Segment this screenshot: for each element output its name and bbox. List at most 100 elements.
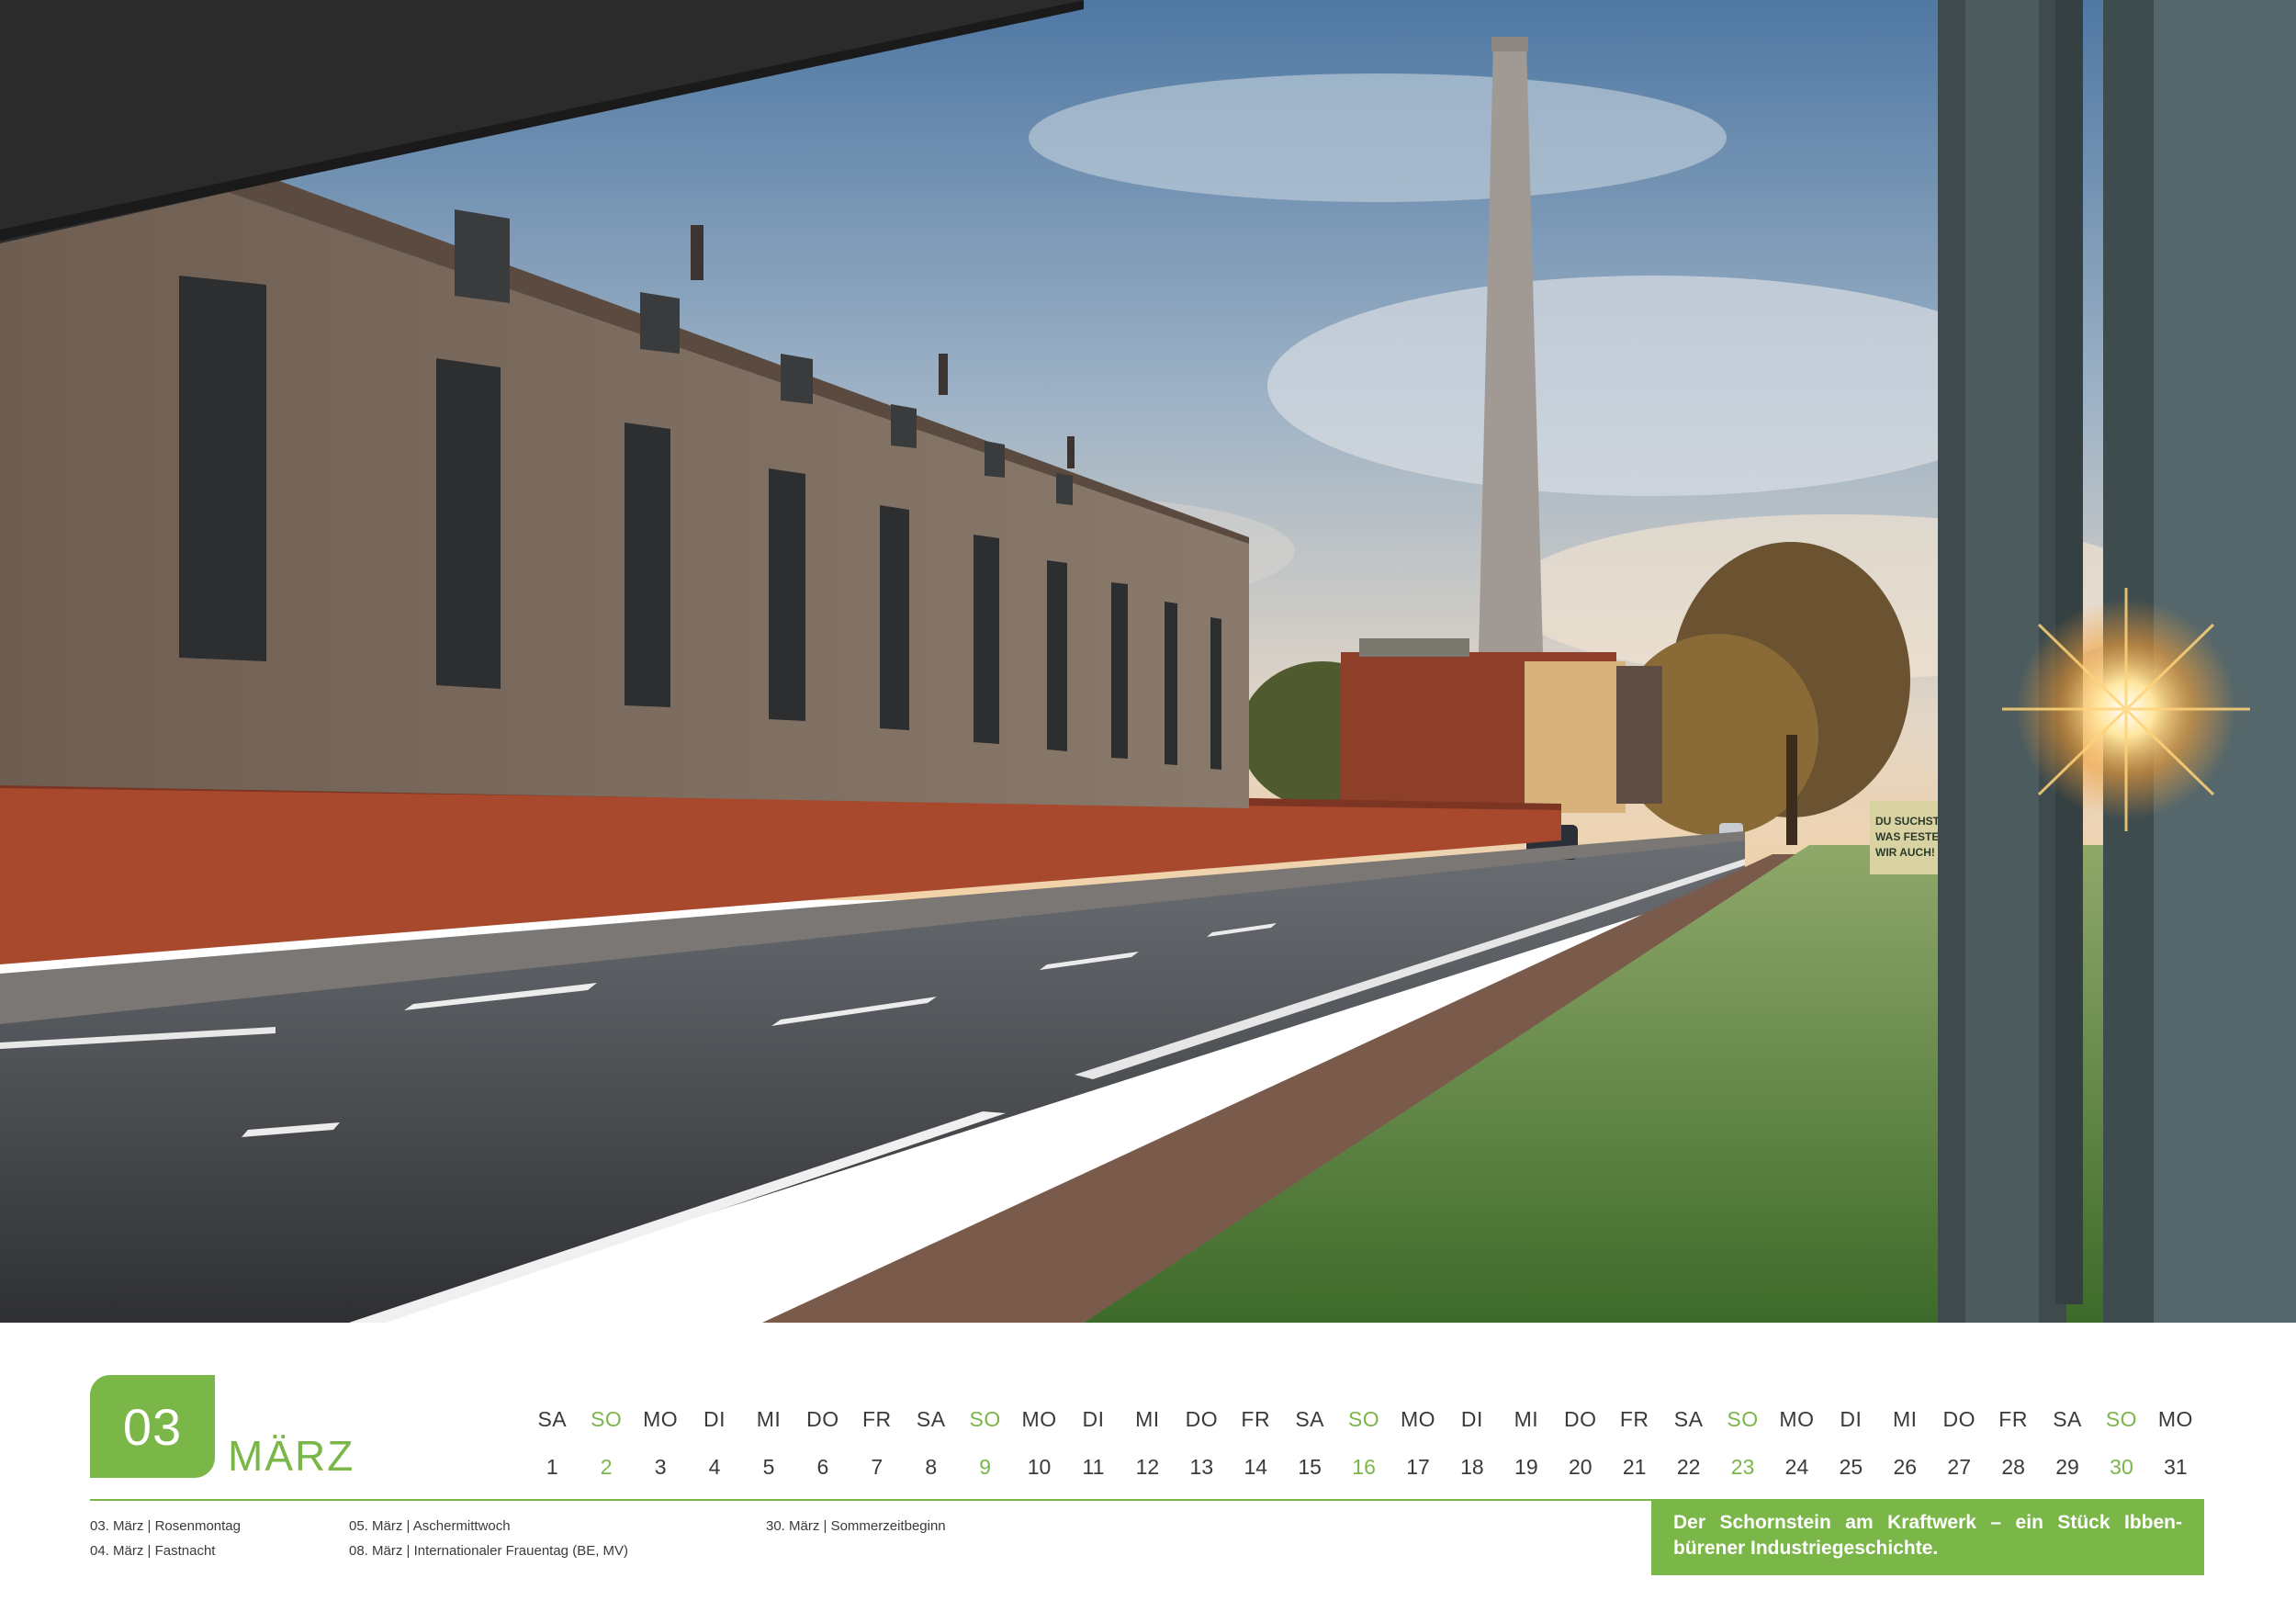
- day-number: 5: [762, 1455, 775, 1479]
- calendar-day: MO 3: [634, 1405, 688, 1481]
- weekday-label: DO: [1564, 1407, 1597, 1431]
- day-number: 26: [1893, 1455, 1918, 1479]
- holiday-list-col1: 03. März | Rosenmontag 04. März | Fastna…: [90, 1514, 241, 1563]
- holiday-list-col2: 05. März | Aschermittwoch 08. März | Int…: [349, 1514, 628, 1563]
- calendar-day: DI 25: [1824, 1405, 1878, 1481]
- weekday-label: MI: [756, 1407, 782, 1431]
- weekday-label: SO: [2105, 1407, 2138, 1431]
- weekday-label: SO: [591, 1407, 623, 1431]
- svg-text:WAS FESTES: WAS FESTES: [1875, 830, 1946, 843]
- day-number: 28: [2001, 1455, 2025, 1479]
- day-number: 27: [1947, 1455, 1971, 1479]
- day-number: 31: [2164, 1455, 2188, 1479]
- calendar-day: DO 27: [1932, 1405, 1986, 1481]
- calendar-day: DI 18: [1446, 1405, 1500, 1481]
- weekday-label: FR: [1241, 1407, 1271, 1431]
- calendar-day: SO 9: [958, 1405, 1012, 1481]
- calendar-day: FR 14: [1229, 1405, 1283, 1481]
- day-number: 3: [654, 1455, 667, 1479]
- calendar-day: MI 19: [1500, 1405, 1554, 1481]
- day-number: 24: [1784, 1455, 1809, 1479]
- day-number: 22: [1676, 1455, 1701, 1479]
- day-number: 6: [816, 1455, 829, 1479]
- calendar-day: SA 29: [2041, 1405, 2095, 1481]
- calendar-day: DI 11: [1066, 1405, 1120, 1481]
- day-number: 19: [1514, 1455, 1538, 1479]
- day-number: 14: [1244, 1455, 1268, 1479]
- holiday-entry: 03. März | Rosenmontag: [90, 1518, 241, 1534]
- calendar-day: MO 17: [1391, 1405, 1446, 1481]
- calendar-day: DO 13: [1175, 1405, 1229, 1481]
- day-number: 17: [1406, 1455, 1430, 1479]
- holiday-entry: 05. März | Aschermittwoch: [349, 1518, 511, 1534]
- calendar-day: MO 31: [2149, 1405, 2203, 1481]
- weekday-label: DI: [1082, 1407, 1105, 1431]
- day-number: 18: [1460, 1455, 1484, 1479]
- weekday-label: DO: [1185, 1407, 1219, 1431]
- weekday-label: FR: [1619, 1407, 1649, 1431]
- day-number: 13: [1189, 1455, 1214, 1479]
- calendar-photo: DU SUCHST WAS FESTES WIR AUCH!: [0, 0, 2296, 1323]
- day-number: 8: [925, 1455, 938, 1479]
- calendar-day: SA 1: [525, 1405, 580, 1481]
- weekday-label: FR: [861, 1407, 892, 1431]
- month-number-badge: 03: [90, 1375, 215, 1478]
- day-number: 4: [708, 1455, 721, 1479]
- photo-caption: Der Schornstein am Kraftwerk – ein Stück…: [1651, 1500, 2204, 1575]
- day-number: 20: [1568, 1455, 1593, 1479]
- svg-text:WIR AUCH!: WIR AUCH!: [1875, 846, 1935, 859]
- calendar-day: SO 2: [580, 1405, 634, 1481]
- holiday-entry: 30. März | Sommerzeitbeginn: [766, 1518, 946, 1534]
- weekday-label: DI: [703, 1407, 726, 1431]
- day-number: 15: [1298, 1455, 1322, 1479]
- weekday-label: DO: [806, 1407, 839, 1431]
- weekday-label: SO: [1727, 1407, 1759, 1431]
- weekday-label: SA: [537, 1407, 568, 1431]
- day-number: 12: [1135, 1455, 1160, 1479]
- calendar-day: MI 5: [742, 1405, 796, 1481]
- weekday-label: DI: [1460, 1407, 1483, 1431]
- weekday-label: MO: [1400, 1407, 1436, 1431]
- weekday-label: SA: [1673, 1407, 1704, 1431]
- calendar-day: SO 16: [1337, 1405, 1391, 1481]
- svg-text:DU SUCHST: DU SUCHST: [1875, 815, 1941, 828]
- day-number: 1: [546, 1455, 558, 1479]
- day-number: 2: [600, 1455, 613, 1479]
- weekday-label: MO: [2157, 1407, 2193, 1431]
- calendar-day: SA 22: [1661, 1405, 1716, 1481]
- day-number: 11: [1082, 1455, 1105, 1479]
- calendar-day: MO 24: [1770, 1405, 1824, 1481]
- calendar-day: MI 12: [1120, 1405, 1175, 1481]
- calendar-day: DO 20: [1553, 1405, 1607, 1481]
- day-number: 30: [2110, 1455, 2133, 1479]
- calendar-day: FR 28: [1986, 1405, 2041, 1481]
- weekday-label: SO: [969, 1407, 1001, 1431]
- weekday-label: SA: [916, 1407, 946, 1431]
- holiday-entry: 04. März | Fastnacht: [90, 1543, 216, 1559]
- weekday-label: SA: [2053, 1407, 2082, 1431]
- weekday-label: MO: [1021, 1407, 1057, 1431]
- weekday-label: MO: [1779, 1407, 1815, 1431]
- day-number: 9: [979, 1455, 992, 1479]
- calendar-days-row: SA 1 SO 2 MO 3 DI 4 MI 5 DO 6 FR 7 SA 8 SO 9 MO 10 DI 11 MI 12 D…: [525, 1405, 2195, 1479]
- calendar-day: DI 4: [688, 1405, 742, 1481]
- weekday-label: MO: [643, 1407, 679, 1431]
- day-number: 25: [1839, 1455, 1863, 1479]
- weekday-label: FR: [1998, 1407, 2028, 1431]
- weekday-label: MI: [1893, 1407, 1918, 1431]
- calendar-day: FR 21: [1607, 1405, 1661, 1481]
- weekday-label: DI: [1840, 1407, 1863, 1431]
- weekday-label: SA: [1295, 1407, 1325, 1431]
- calendar-day: FR 7: [850, 1405, 905, 1481]
- holiday-list-col3: 30. März | Sommerzeitbeginn: [766, 1514, 946, 1538]
- calendar-day: MI 26: [1878, 1405, 1932, 1481]
- calendar-day: MO 10: [1012, 1405, 1066, 1481]
- calendar-day: SO 30: [2095, 1405, 2149, 1481]
- weekday-label: MI: [1514, 1407, 1539, 1431]
- weekday-label: MI: [1135, 1407, 1160, 1431]
- day-number: 7: [871, 1455, 884, 1479]
- calendar-day: SA 8: [904, 1405, 958, 1481]
- day-number: 16: [1352, 1455, 1376, 1479]
- calendar-day: SO 23: [1716, 1405, 1770, 1481]
- month-name: MÄRZ: [228, 1432, 355, 1480]
